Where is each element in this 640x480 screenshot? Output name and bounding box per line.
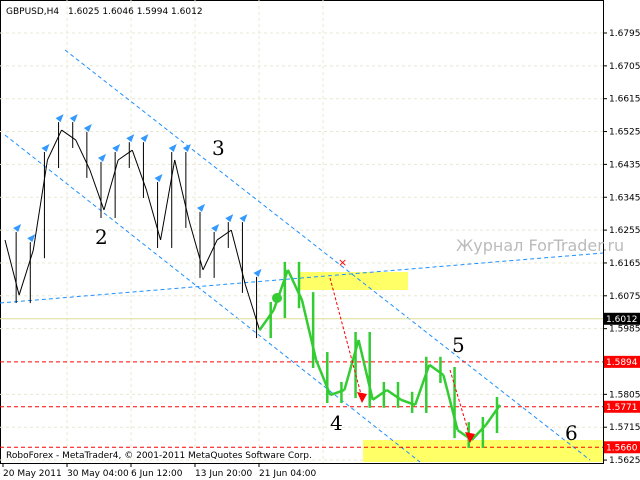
y-tick-label: 1.6165 <box>609 259 640 269</box>
ohlc-label: 1.6025 1.6046 1.5994 1.6012 <box>68 7 203 17</box>
watermark: Журнал ForTrader.ru <box>456 236 624 255</box>
wave-label-3: 3 <box>212 136 225 160</box>
y-tick-label: 1.6615 <box>609 95 640 105</box>
wave-label-5: 5 <box>452 333 465 357</box>
y-tick-label: 1.6795 <box>609 29 640 39</box>
marker-dot <box>272 293 282 303</box>
cross-icon: × <box>338 256 347 269</box>
wave-label-6: 6 <box>565 421 578 445</box>
level-label: 1.5660 <box>606 443 638 453</box>
symbol-label: GBPUSD,H4 <box>6 7 59 17</box>
y-tick-label: 1.6705 <box>609 62 640 72</box>
y-tick-label: 1.6525 <box>609 128 640 138</box>
y-tick-label: 1.6075 <box>609 292 640 302</box>
y-tick-label: 1.6345 <box>609 193 640 203</box>
y-tick-label: 1.6435 <box>609 160 640 170</box>
x-tick-label: 13 Jun 20:00 <box>195 469 252 479</box>
price-chart: × 2 3 4 5 6 Журнал ForTrader.ru GBPUSD,H… <box>0 0 640 479</box>
y-tick-label: 1.5625 <box>609 456 640 466</box>
y-tick-label: 1.5985 <box>609 325 640 335</box>
x-tick-label: 21 Jun 04:00 <box>259 469 316 479</box>
copyright: RoboForex - MetaTrader4, © 2001-2011 Met… <box>6 451 312 461</box>
x-tick-label: 30 May 04:00 <box>67 469 129 479</box>
level-label: 1.5894 <box>606 358 638 368</box>
y-tick-label: 1.5805 <box>609 390 640 400</box>
x-tick-label: 20 May 2011 <box>3 469 62 479</box>
x-tick-label: 6 Jun 12:00 <box>131 469 183 479</box>
y-tick-label: 1.6255 <box>609 226 640 236</box>
level-label: 1.5771 <box>606 403 638 413</box>
y-tick-label: 1.5715 <box>609 423 640 433</box>
wave-label-2: 2 <box>95 225 108 249</box>
wave-label-4: 4 <box>330 411 343 435</box>
current-price-label: 1.6012 <box>606 315 638 325</box>
